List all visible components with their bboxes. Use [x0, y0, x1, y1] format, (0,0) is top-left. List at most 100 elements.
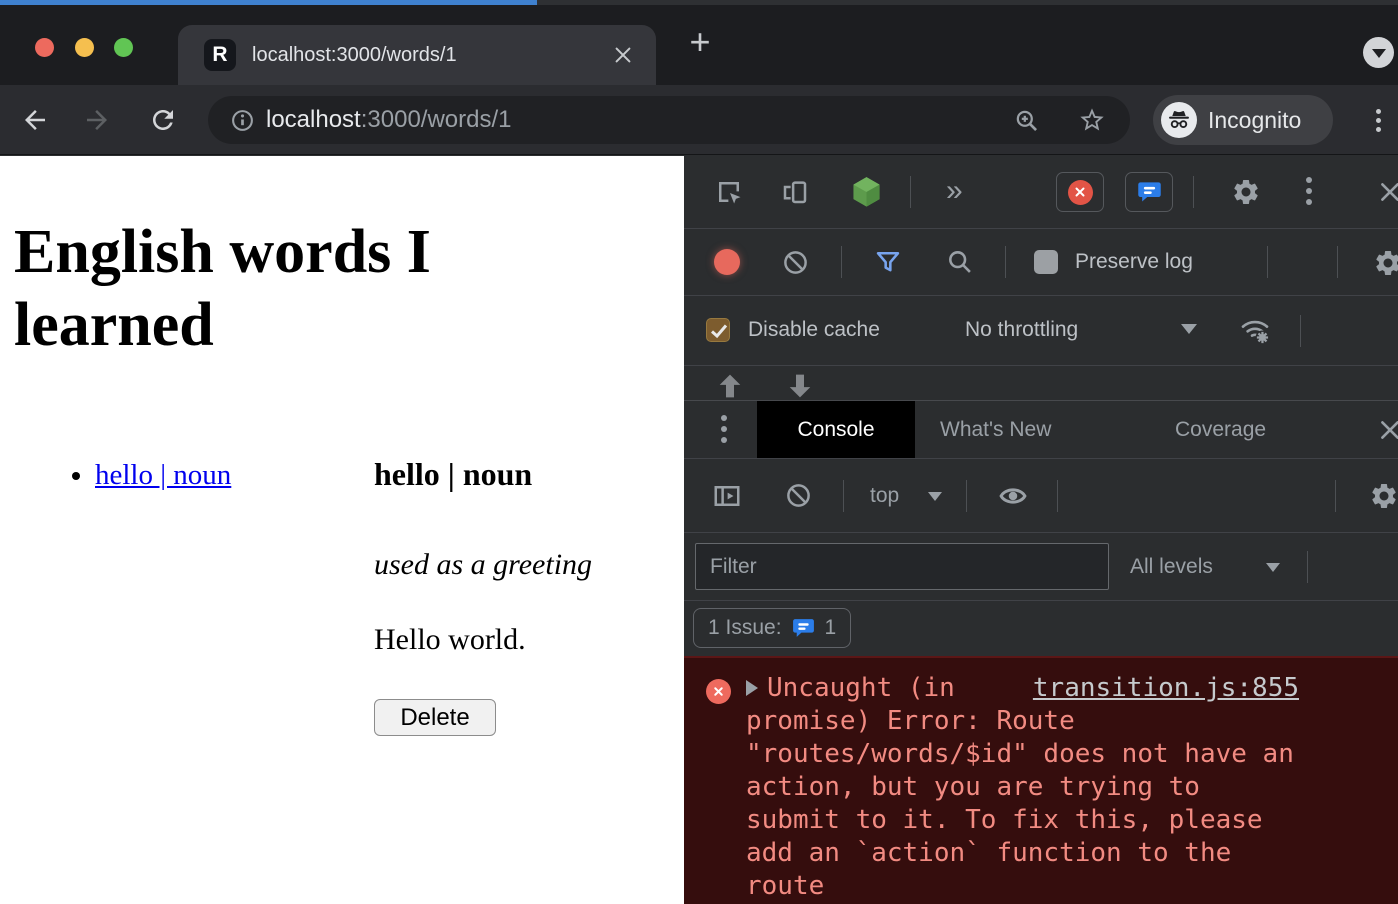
issue-bubble-icon — [791, 616, 816, 641]
expand-triangle-icon[interactable] — [746, 680, 758, 696]
issues-button[interactable] — [1125, 172, 1173, 212]
forward-button[interactable] — [82, 105, 112, 135]
devtools-panel: » — [684, 156, 1398, 904]
tab-coverage[interactable]: Coverage — [1175, 401, 1266, 458]
browser-menu-button[interactable] — [1376, 109, 1381, 132]
chevron-down-icon — [1372, 49, 1386, 58]
separator — [910, 176, 911, 208]
tab-whats-new[interactable]: What's New — [940, 401, 1051, 458]
network-settings-gear-icon[interactable] — [1373, 248, 1398, 283]
preserve-log-label[interactable]: Preserve log — [1075, 250, 1193, 274]
separator — [841, 246, 842, 278]
remix-favicon-icon: R — [204, 39, 236, 71]
context-selector[interactable]: top — [870, 484, 899, 508]
drawer-tab-bar: Console What's New Coverage — [684, 401, 1398, 459]
settings-gear-icon[interactable] — [1231, 177, 1261, 212]
disable-cache-label[interactable]: Disable cache — [748, 318, 880, 342]
tab-console[interactable]: Console — [757, 401, 915, 458]
error-count-button[interactable] — [1056, 172, 1104, 212]
levels-caret-icon[interactable] — [1266, 563, 1280, 572]
site-info-icon[interactable] — [230, 108, 255, 138]
issue-bubble-icon — [1136, 179, 1163, 206]
console-settings-gear-icon[interactable] — [1369, 481, 1398, 516]
node-icon[interactable] — [850, 175, 883, 213]
separator — [1057, 480, 1058, 512]
network-conditions-icon[interactable] — [1239, 314, 1271, 351]
throttling-select[interactable]: No throttling — [965, 318, 1078, 342]
word-detail-panel: hello | noun used as a greeting Hello wo… — [374, 456, 674, 736]
check-icon — [707, 319, 731, 343]
import-har-icon[interactable] — [714, 372, 746, 401]
new-tab-button[interactable]: + — [682, 13, 718, 73]
log-levels-select[interactable]: All levels — [1130, 555, 1213, 579]
back-button[interactable] — [20, 105, 50, 135]
context-caret-icon[interactable] — [928, 492, 942, 501]
browser-toolbar: localhost:3000/words/1 Incognito — [0, 85, 1398, 155]
word-link[interactable]: hello | noun — [95, 459, 231, 491]
console-sidebar-icon[interactable] — [712, 481, 742, 516]
device-toolbar-icon[interactable] — [780, 177, 810, 212]
clear-network-log-icon[interactable] — [782, 249, 809, 281]
network-options-row: Disable cache No throttling — [684, 296, 1398, 366]
issue-count: 1 — [825, 616, 837, 640]
error-message-text: Uncaught (in promise) Error: Route "rout… — [746, 673, 1294, 901]
filter-funnel-icon[interactable] — [874, 248, 902, 281]
export-har-icon[interactable] — [784, 372, 816, 401]
word-definition: used as a greeting — [374, 548, 674, 582]
more-tabs-button[interactable]: » — [946, 176, 963, 206]
console-toolbar: top — [684, 459, 1398, 533]
tab-close-icon[interactable] — [612, 44, 634, 66]
network-toolbar: Preserve log — [684, 229, 1398, 296]
incognito-badge: Incognito — [1153, 95, 1333, 145]
delete-button[interactable]: Delete — [374, 699, 496, 736]
error-message: transition.js:855Uncaught (in promise) E… — [746, 672, 1299, 903]
har-buttons-row — [684, 366, 1398, 401]
bookmark-star-icon[interactable] — [1078, 106, 1106, 139]
disable-cache-checkbox[interactable] — [706, 318, 730, 342]
url-host: localhost — [266, 106, 361, 133]
separator — [843, 480, 844, 512]
zoom-level-icon[interactable] — [1013, 107, 1040, 139]
tab-strip: R localhost:3000/words/1 + — [0, 5, 1398, 85]
drawer-menu-button[interactable] — [721, 415, 727, 443]
browser-window: R localhost:3000/words/1 + localhost:300… — [0, 0, 1398, 904]
issue-counter-button[interactable]: 1 Issue: 1 — [693, 608, 851, 648]
reload-button[interactable] — [148, 105, 178, 135]
drawer-close-icon[interactable] — [1377, 417, 1398, 448]
incognito-label: Incognito — [1208, 95, 1301, 145]
separator — [966, 480, 967, 512]
console-filter-row: All levels — [684, 533, 1398, 601]
inspect-element-icon[interactable] — [714, 177, 744, 212]
window-maximize-button[interactable] — [114, 38, 133, 57]
separator — [1193, 176, 1194, 208]
devtools-menu-button[interactable] — [1306, 177, 1312, 205]
error-badge-icon — [1068, 180, 1093, 205]
issue-counter-row: 1 Issue: 1 — [684, 601, 1398, 656]
web-page: English words I learned hello | noun hel… — [0, 156, 684, 904]
separator — [1267, 246, 1268, 278]
record-network-log-button[interactable] — [714, 249, 740, 275]
browser-tab[interactable]: R localhost:3000/words/1 — [178, 25, 656, 85]
url-path: :3000/words/1 — [361, 106, 512, 133]
window-minimize-button[interactable] — [75, 38, 94, 57]
throttling-caret-icon[interactable] — [1181, 324, 1197, 334]
tab-search-button[interactable] — [1363, 37, 1394, 68]
issue-text: 1 Issue: — [708, 616, 782, 640]
search-icon[interactable] — [946, 248, 974, 281]
filter-input[interactable] — [695, 543, 1109, 590]
preserve-log-checkbox[interactable] — [1034, 250, 1058, 274]
error-source-link[interactable]: transition.js:855 — [1033, 672, 1299, 705]
clear-console-icon[interactable] — [785, 482, 812, 514]
devtools-close-icon[interactable] — [1377, 179, 1398, 210]
separator — [1005, 246, 1006, 278]
word-example: Hello world. — [374, 623, 674, 657]
address-bar[interactable]: localhost:3000/words/1 — [208, 96, 1130, 144]
tab-title: localhost:3000/words/1 — [252, 25, 457, 85]
word-detail-title: hello | noun — [374, 456, 674, 492]
separator — [1300, 315, 1301, 347]
live-expression-eye-icon[interactable] — [998, 481, 1028, 516]
error-icon — [706, 679, 731, 704]
console-error-entry: transition.js:855Uncaught (in promise) E… — [684, 656, 1398, 904]
window-close-button[interactable] — [35, 38, 54, 57]
list-item: hello | noun — [95, 456, 231, 494]
